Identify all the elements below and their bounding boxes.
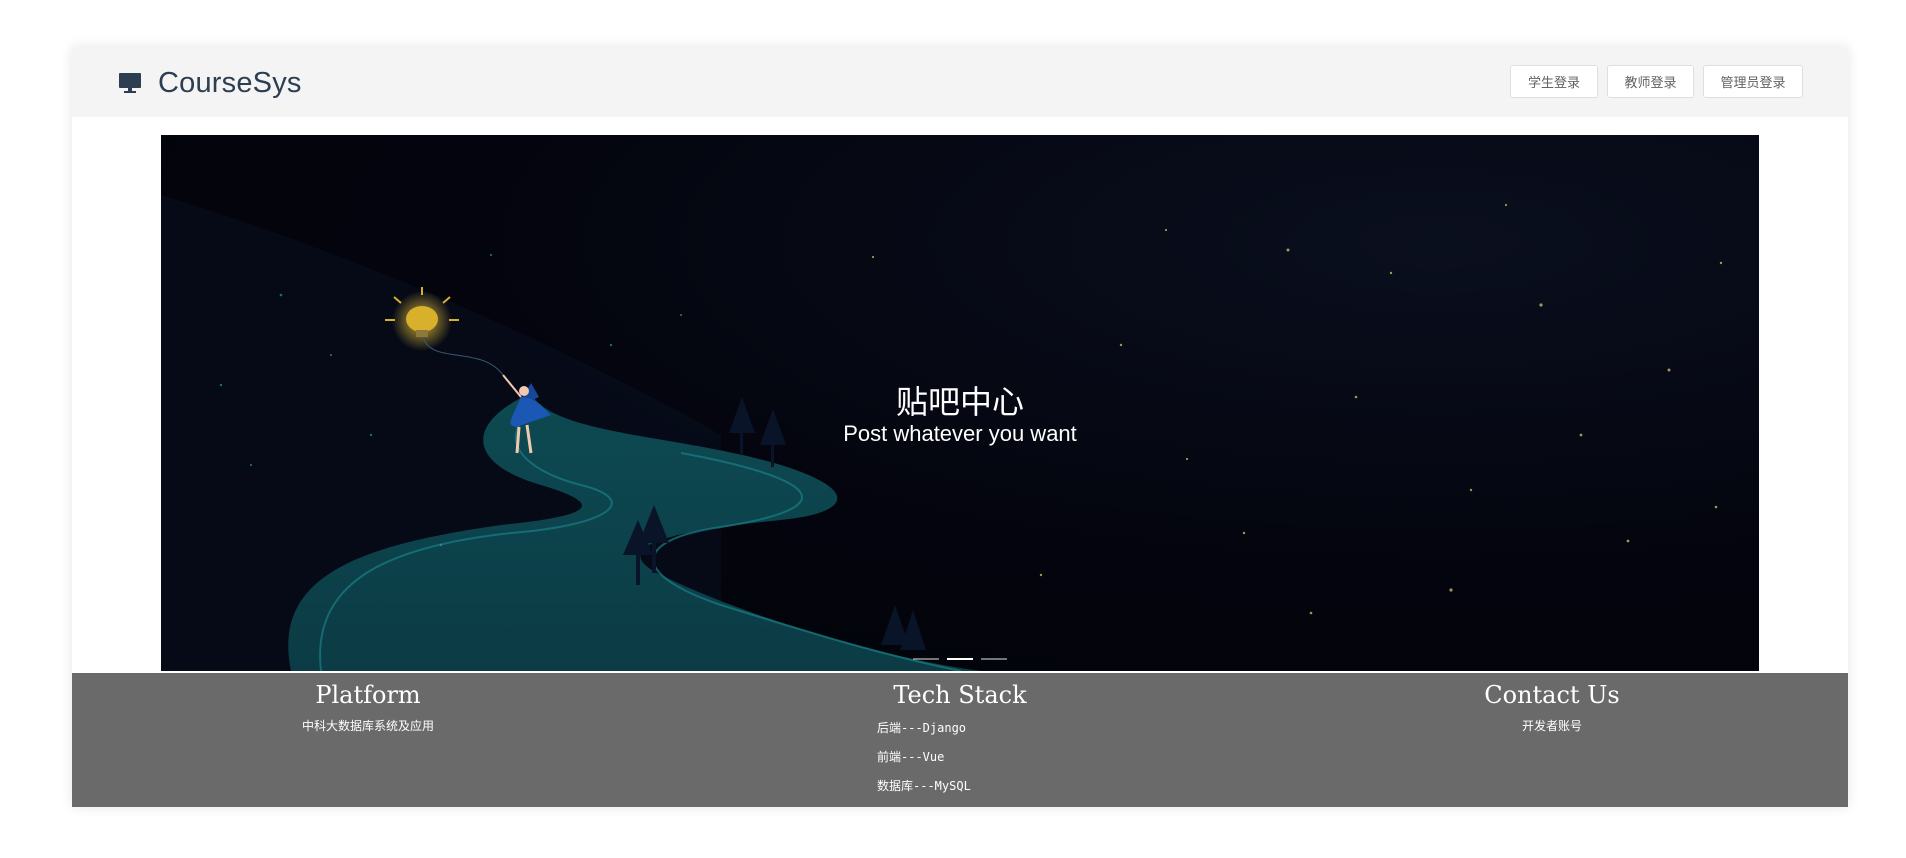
monitor-icon bbox=[119, 73, 141, 93]
footer-contact: Contact Us 开发者账号 bbox=[1256, 673, 1848, 807]
site-footer: Platform 中科大数据库系统及应用 Tech Stack 后端---Dja… bbox=[72, 673, 1848, 807]
app-shell: CourseSys 学生登录 教师登录 管理员登录 贴吧中心 Post what… bbox=[72, 47, 1848, 807]
slide-title: 贴吧中心 bbox=[895, 383, 1024, 421]
footer-contact-text[interactable]: 开发者账号 bbox=[1256, 717, 1848, 734]
carousel-indicator[interactable] bbox=[913, 658, 939, 660]
teacher-login-button[interactable]: 教师登录 bbox=[1607, 65, 1694, 98]
hero-carousel[interactable]: 贴吧中心 Post whatever you want bbox=[161, 135, 1759, 671]
admin-login-button[interactable]: 管理员登录 bbox=[1703, 65, 1803, 98]
carousel-indicators bbox=[161, 658, 1759, 660]
footer-tech-stack: Tech Stack 后端---Django 前端---Vue 数据库---My… bbox=[664, 673, 1256, 807]
carousel-indicator[interactable] bbox=[981, 658, 1007, 660]
footer-platform-heading: Platform bbox=[315, 681, 421, 709]
footer-platform: Platform 中科大数据库系统及应用 bbox=[72, 673, 664, 807]
brand-name: CourseSys bbox=[158, 66, 302, 99]
tech-item-frontend: 前端---Vue bbox=[877, 750, 945, 764]
carousel-indicator-active[interactable] bbox=[947, 658, 973, 660]
slide-subtitle: Post whatever you want bbox=[843, 421, 1077, 446]
tech-item-backend: 后端---Django bbox=[877, 721, 967, 735]
student-login-button[interactable]: 学生登录 bbox=[1510, 65, 1598, 98]
footer-contact-heading: Contact Us bbox=[1484, 681, 1620, 709]
top-header: CourseSys 学生登录 教师登录 管理员登录 bbox=[72, 47, 1848, 117]
footer-tech-heading: Tech Stack bbox=[893, 681, 1027, 709]
brand[interactable]: CourseSys bbox=[118, 65, 302, 101]
tech-item-database: 数据库---MySQL bbox=[877, 779, 971, 793]
footer-platform-text: 中科大数据库系统及应用 bbox=[301, 719, 434, 733]
